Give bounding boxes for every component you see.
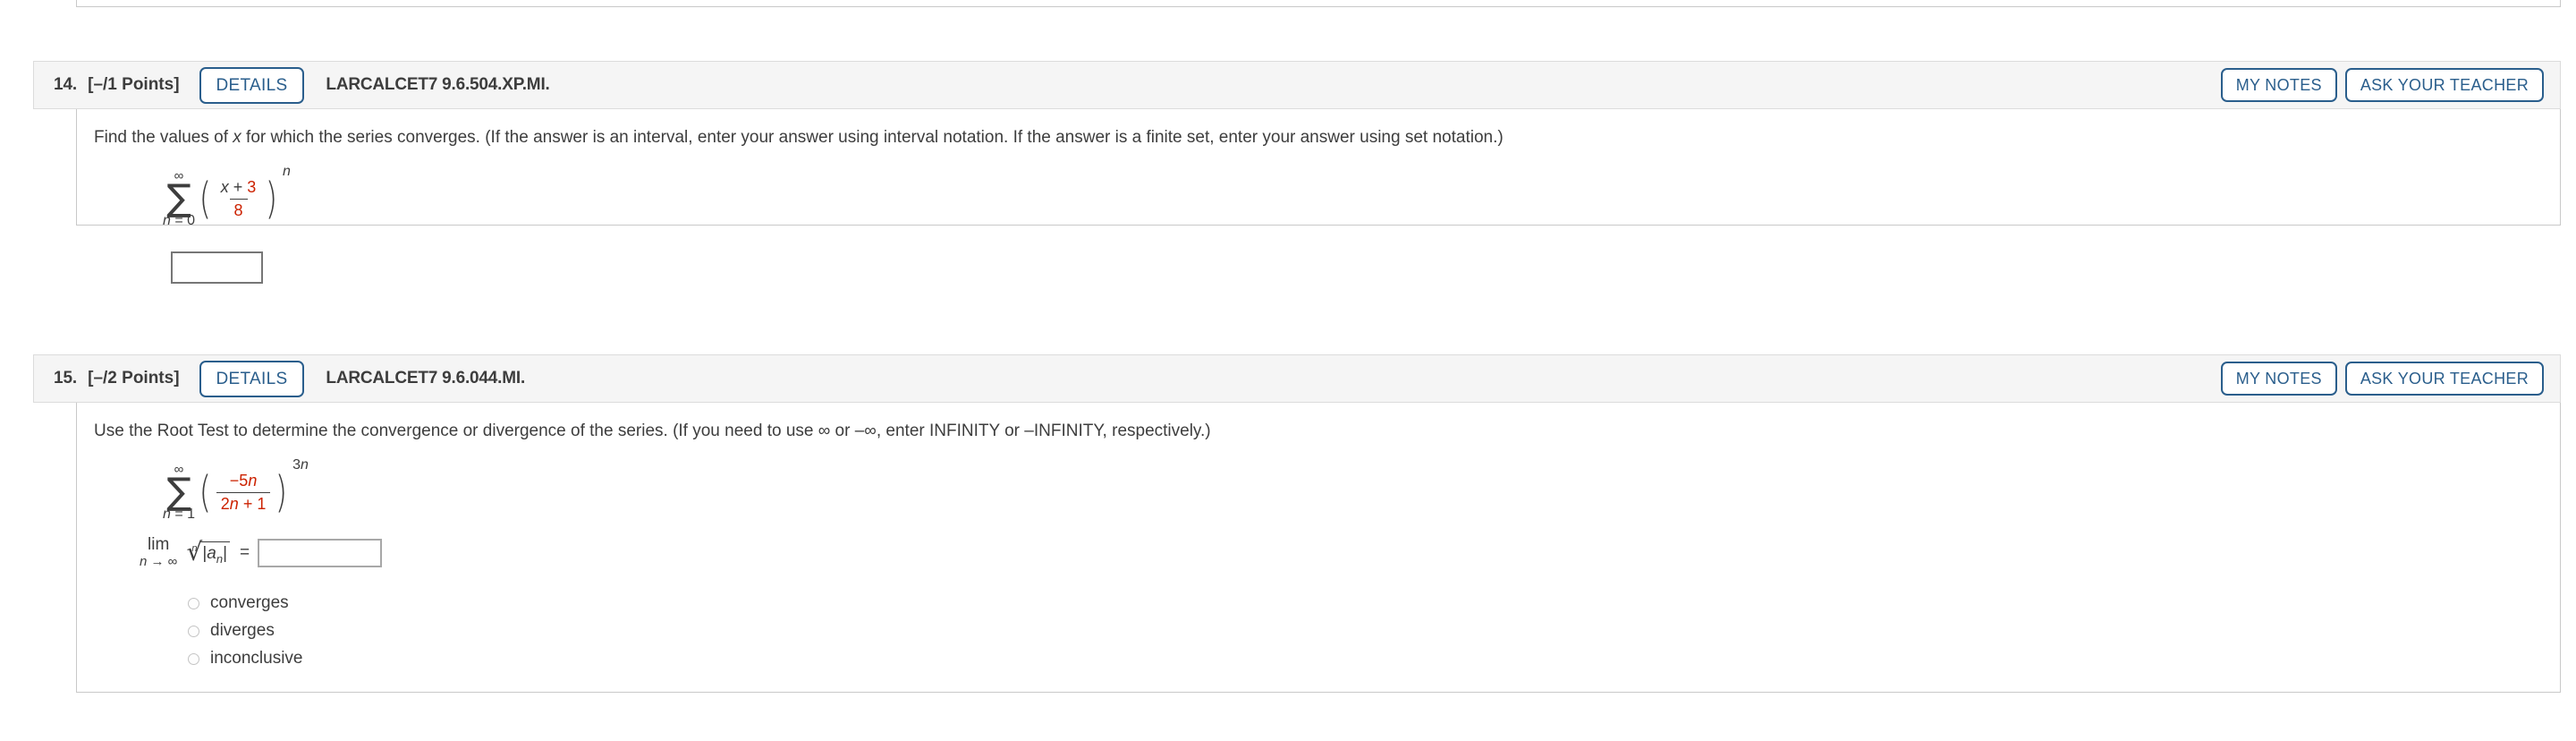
right-paren-icon: ) xyxy=(275,467,288,518)
left-paren-icon: ( xyxy=(199,467,212,518)
question-code-14: LARCALCET7 9.6.504.XP.MI. xyxy=(326,75,550,94)
question-number-14: 14. xyxy=(54,75,78,94)
fraction-numerator-15: −5n xyxy=(229,472,258,490)
sigma-group-15: ∞ ∑ n = 1 xyxy=(163,463,195,523)
sigma-group-14: ∞ ∑ n = 0 xyxy=(163,169,195,229)
previous-question-panel-stub xyxy=(76,0,2561,7)
answer-input-14[interactable] xyxy=(171,251,263,285)
question-header-actions-15: MY NOTES ASK YOUR TEACHER xyxy=(2220,362,2544,396)
question-block-15: 15. [–/2 Points] DETAILS LARCALCET7 9.6.… xyxy=(33,354,2561,693)
radio-option-converges[interactable]: converges xyxy=(188,590,2560,618)
summation-15: ∞ ∑ n = 1 ( −5n 2n + 1 ) 3n xyxy=(163,457,309,523)
prompt15-text-c: , enter INFINITY or –INFINITY, respectiv… xyxy=(876,422,1211,440)
ask-your-teacher-button-15[interactable]: ASK YOUR TEACHER xyxy=(2344,362,2544,396)
details-button-14[interactable]: DETAILS xyxy=(199,66,305,104)
equals-sign-15: = xyxy=(240,543,250,563)
convergence-options-15: converges diverges inconclusive xyxy=(77,590,2560,673)
sum-lower-limit-14: n = 0 xyxy=(163,213,196,229)
sigma-icon: ∑ xyxy=(166,175,191,219)
fraction-denominator-15: 2n + 1 xyxy=(216,491,271,513)
answer-field-wrap-14 xyxy=(77,251,2560,285)
radio-label-inconclusive: inconclusive xyxy=(210,649,303,669)
prompt-text-a: Find the values of xyxy=(94,128,233,147)
radio-option-diverges[interactable]: diverges xyxy=(188,618,2560,645)
fraction-denominator-14: 8 xyxy=(229,198,248,219)
math-expression-14: ∞ ∑ n = 0 ( x + 3 8 ) n xyxy=(77,164,2560,229)
radicand-15: |an| xyxy=(200,541,231,566)
radio-button-icon[interactable] xyxy=(188,597,199,609)
question-points-14: [–/1 Points] xyxy=(88,75,180,94)
limit-subscript: n → ∞ xyxy=(140,554,178,570)
question-body-15: Use the Root Test to determine the conve… xyxy=(76,403,2561,693)
prompt-text-b: for which the series converges. (If the … xyxy=(241,128,1504,147)
question-body-14: Find the values of x for which the serie… xyxy=(76,109,2561,285)
exponent-15: 3n xyxy=(292,456,309,473)
question-number-15: 15. xyxy=(54,369,78,388)
prompt-variable-x: x xyxy=(233,128,242,147)
fraction-numerator-14: x + 3 xyxy=(220,178,257,197)
ask-your-teacher-button-14[interactable]: ASK YOUR TEACHER xyxy=(2344,68,2544,102)
left-paren-icon: ( xyxy=(199,174,212,225)
question-code-15: LARCALCET7 9.6.044.MI. xyxy=(326,369,526,388)
summation-14: ∞ ∑ n = 0 ( x + 3 8 ) n xyxy=(163,164,291,229)
limit-label: lim xyxy=(148,535,170,555)
radio-button-icon[interactable] xyxy=(188,625,199,637)
nth-root-icon: n √ |an| xyxy=(185,539,231,566)
radio-option-inconclusive[interactable]: inconclusive xyxy=(188,645,2560,673)
infinity-symbol-1: ∞ xyxy=(818,422,831,440)
radio-label-converges: converges xyxy=(210,593,289,613)
prompt15-text-b: or xyxy=(830,422,855,440)
limit-answer-input-15[interactable] xyxy=(258,539,383,568)
question-header-15: 15. [–/2 Points] DETAILS LARCALCET7 9.6.… xyxy=(33,354,2561,403)
question-block-14: 14. [–/1 Points] DETAILS LARCALCET7 9.6.… xyxy=(33,61,2561,285)
sum-lower-limit-15: n = 1 xyxy=(163,507,196,523)
infinity-symbol-2: –∞ xyxy=(854,422,877,440)
homework-page: 14. [–/1 Points] DETAILS LARCALCET7 9.6.… xyxy=(0,0,2576,741)
my-notes-button-14[interactable]: MY NOTES xyxy=(2220,68,2337,102)
sigma-icon: ∑ xyxy=(166,469,191,513)
right-paren-icon: ) xyxy=(265,174,278,225)
limit-operator-15: lim n → ∞ xyxy=(140,535,178,570)
my-notes-button-15[interactable]: MY NOTES xyxy=(2220,362,2337,396)
question-points-15: [–/2 Points] xyxy=(88,369,180,388)
radio-button-icon[interactable] xyxy=(188,652,199,665)
question-prompt-15: Use the Root Test to determine the conve… xyxy=(77,419,2560,444)
fraction-15: −5n 2n + 1 xyxy=(216,472,271,513)
root-index: n xyxy=(191,542,198,554)
math-expression-15: ∞ ∑ n = 1 ( −5n 2n + 1 ) 3n xyxy=(77,457,2560,523)
question-header-actions-14: MY NOTES ASK YOUR TEACHER xyxy=(2220,68,2544,102)
radio-label-diverges: diverges xyxy=(210,621,275,641)
question-prompt-14: Find the values of x for which the serie… xyxy=(77,125,2560,150)
exponent-14: n xyxy=(283,163,291,179)
details-button-15[interactable]: DETAILS xyxy=(199,360,305,397)
fraction-14: x + 3 8 xyxy=(216,178,261,218)
question-header-14: 14. [–/1 Points] DETAILS LARCALCET7 9.6.… xyxy=(33,61,2561,109)
limit-expression-15: lim n → ∞ n √ |an| = xyxy=(77,536,2560,569)
prompt15-text-a: Use the Root Test to determine the conve… xyxy=(94,422,818,440)
